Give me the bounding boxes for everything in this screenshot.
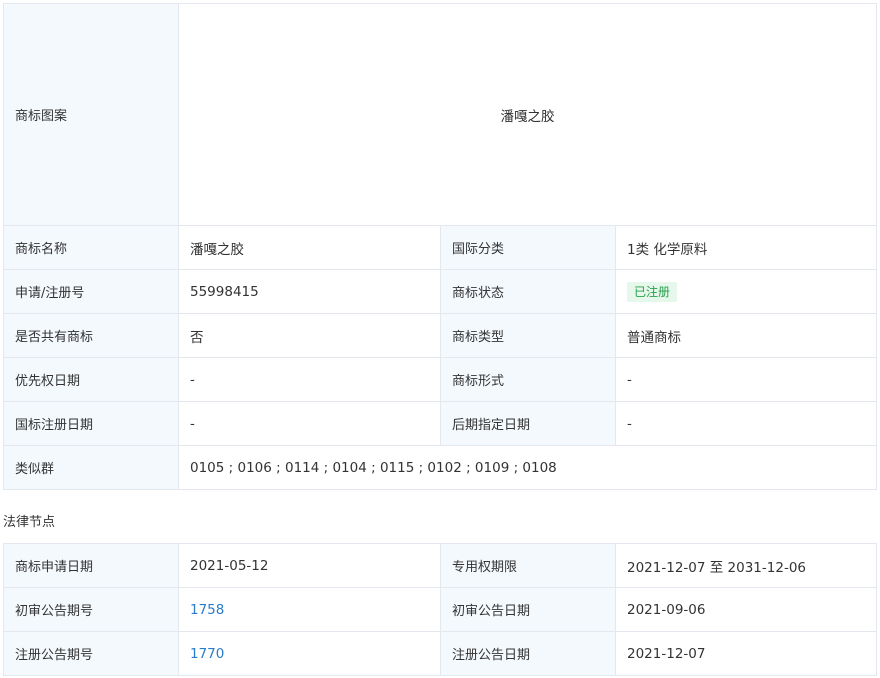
trademark-status-cell: 已注册 [614, 269, 878, 314]
table-row: 初审公告期号 1758 初审公告日期 2021-09-06 [3, 587, 877, 632]
legal-nodes-table: 商标申请日期 2021-05-12 专用权期限 2021-12-07 至 203… [3, 543, 877, 676]
registration-issue-label: 注册公告期号 [3, 631, 179, 676]
later-designation-date-value: - [614, 401, 878, 446]
registration-date-value: 2021-12-07 [615, 631, 877, 676]
preliminary-issue-label: 初审公告期号 [3, 587, 179, 632]
registration-date-label: 注册公告日期 [440, 631, 616, 676]
registration-issue-link[interactable]: 1770 [190, 646, 224, 662]
preliminary-date-value: 2021-09-06 [615, 587, 877, 632]
shared-trademark-value: 否 [178, 313, 441, 358]
trademark-detail-page: 商标图案 潘嘎之胶 商标名称 潘嘎之胶 国际分类 1类 化学原料 申请/注册号 … [0, 0, 880, 678]
intl-class-label: 国际分类 [440, 225, 616, 270]
preliminary-issue-cell: 1758 [178, 587, 441, 632]
intl-registration-date-value: - [178, 401, 441, 446]
preliminary-issue-link[interactable]: 1758 [190, 602, 224, 618]
intl-registration-date-label: 国标注册日期 [3, 401, 179, 446]
exclusive-right-period-value: 2021-12-07 至 2031-12-06 [615, 543, 877, 588]
priority-date-label: 优先权日期 [3, 357, 179, 402]
application-date-label: 商标申请日期 [3, 543, 179, 588]
later-designation-date-label: 后期指定日期 [440, 401, 616, 446]
trademark-form-label: 商标形式 [440, 357, 616, 402]
registration-number-value: 55998415 [178, 269, 441, 314]
intl-class-value: 1类 化学原料 [614, 225, 878, 270]
similar-group-value: 0105 ; 0106 ; 0114 ; 0104 ; 0115 ; 0102 … [177, 445, 878, 490]
trademark-image-row: 商标图案 潘嘎之胶 [3, 3, 878, 226]
trademark-status-label: 商标状态 [440, 269, 616, 314]
table-row: 国标注册日期 - 后期指定日期 - [3, 401, 878, 446]
status-badge: 已注册 [627, 281, 678, 302]
registration-issue-cell: 1770 [178, 631, 441, 676]
table-row: 申请/注册号 55998415 商标状态 已注册 [3, 269, 878, 314]
trademark-info-table: 商标图案 潘嘎之胶 商标名称 潘嘎之胶 国际分类 1类 化学原料 申请/注册号 … [3, 3, 878, 490]
registration-number-label: 申请/注册号 [3, 269, 179, 314]
trademark-name-label: 商标名称 [3, 225, 179, 270]
trademark-type-value: 普通商标 [614, 313, 878, 358]
table-row: 类似群 0105 ; 0106 ; 0114 ; 0104 ; 0115 ; 0… [3, 445, 878, 490]
table-row: 商标名称 潘嘎之胶 国际分类 1类 化学原料 [3, 225, 878, 270]
trademark-image: 潘嘎之胶 [177, 3, 878, 226]
priority-date-value: - [178, 357, 441, 402]
similar-group-label: 类似群 [3, 445, 179, 490]
preliminary-date-label: 初审公告日期 [440, 587, 616, 632]
shared-trademark-label: 是否共有商标 [3, 313, 179, 358]
table-row: 商标申请日期 2021-05-12 专用权期限 2021-12-07 至 203… [3, 543, 877, 588]
table-row: 优先权日期 - 商标形式 - [3, 357, 878, 402]
exclusive-right-period-label: 专用权期限 [440, 543, 616, 588]
table-row: 是否共有商标 否 商标类型 普通商标 [3, 313, 878, 358]
application-date-value: 2021-05-12 [178, 543, 441, 588]
trademark-image-label: 商标图案 [3, 3, 179, 226]
trademark-form-value: - [614, 357, 878, 402]
trademark-name-value: 潘嘎之胶 [178, 225, 441, 270]
table-row: 注册公告期号 1770 注册公告日期 2021-12-07 [3, 631, 877, 676]
legal-section-title: 法律节点 [3, 515, 56, 530]
trademark-type-label: 商标类型 [440, 313, 616, 358]
